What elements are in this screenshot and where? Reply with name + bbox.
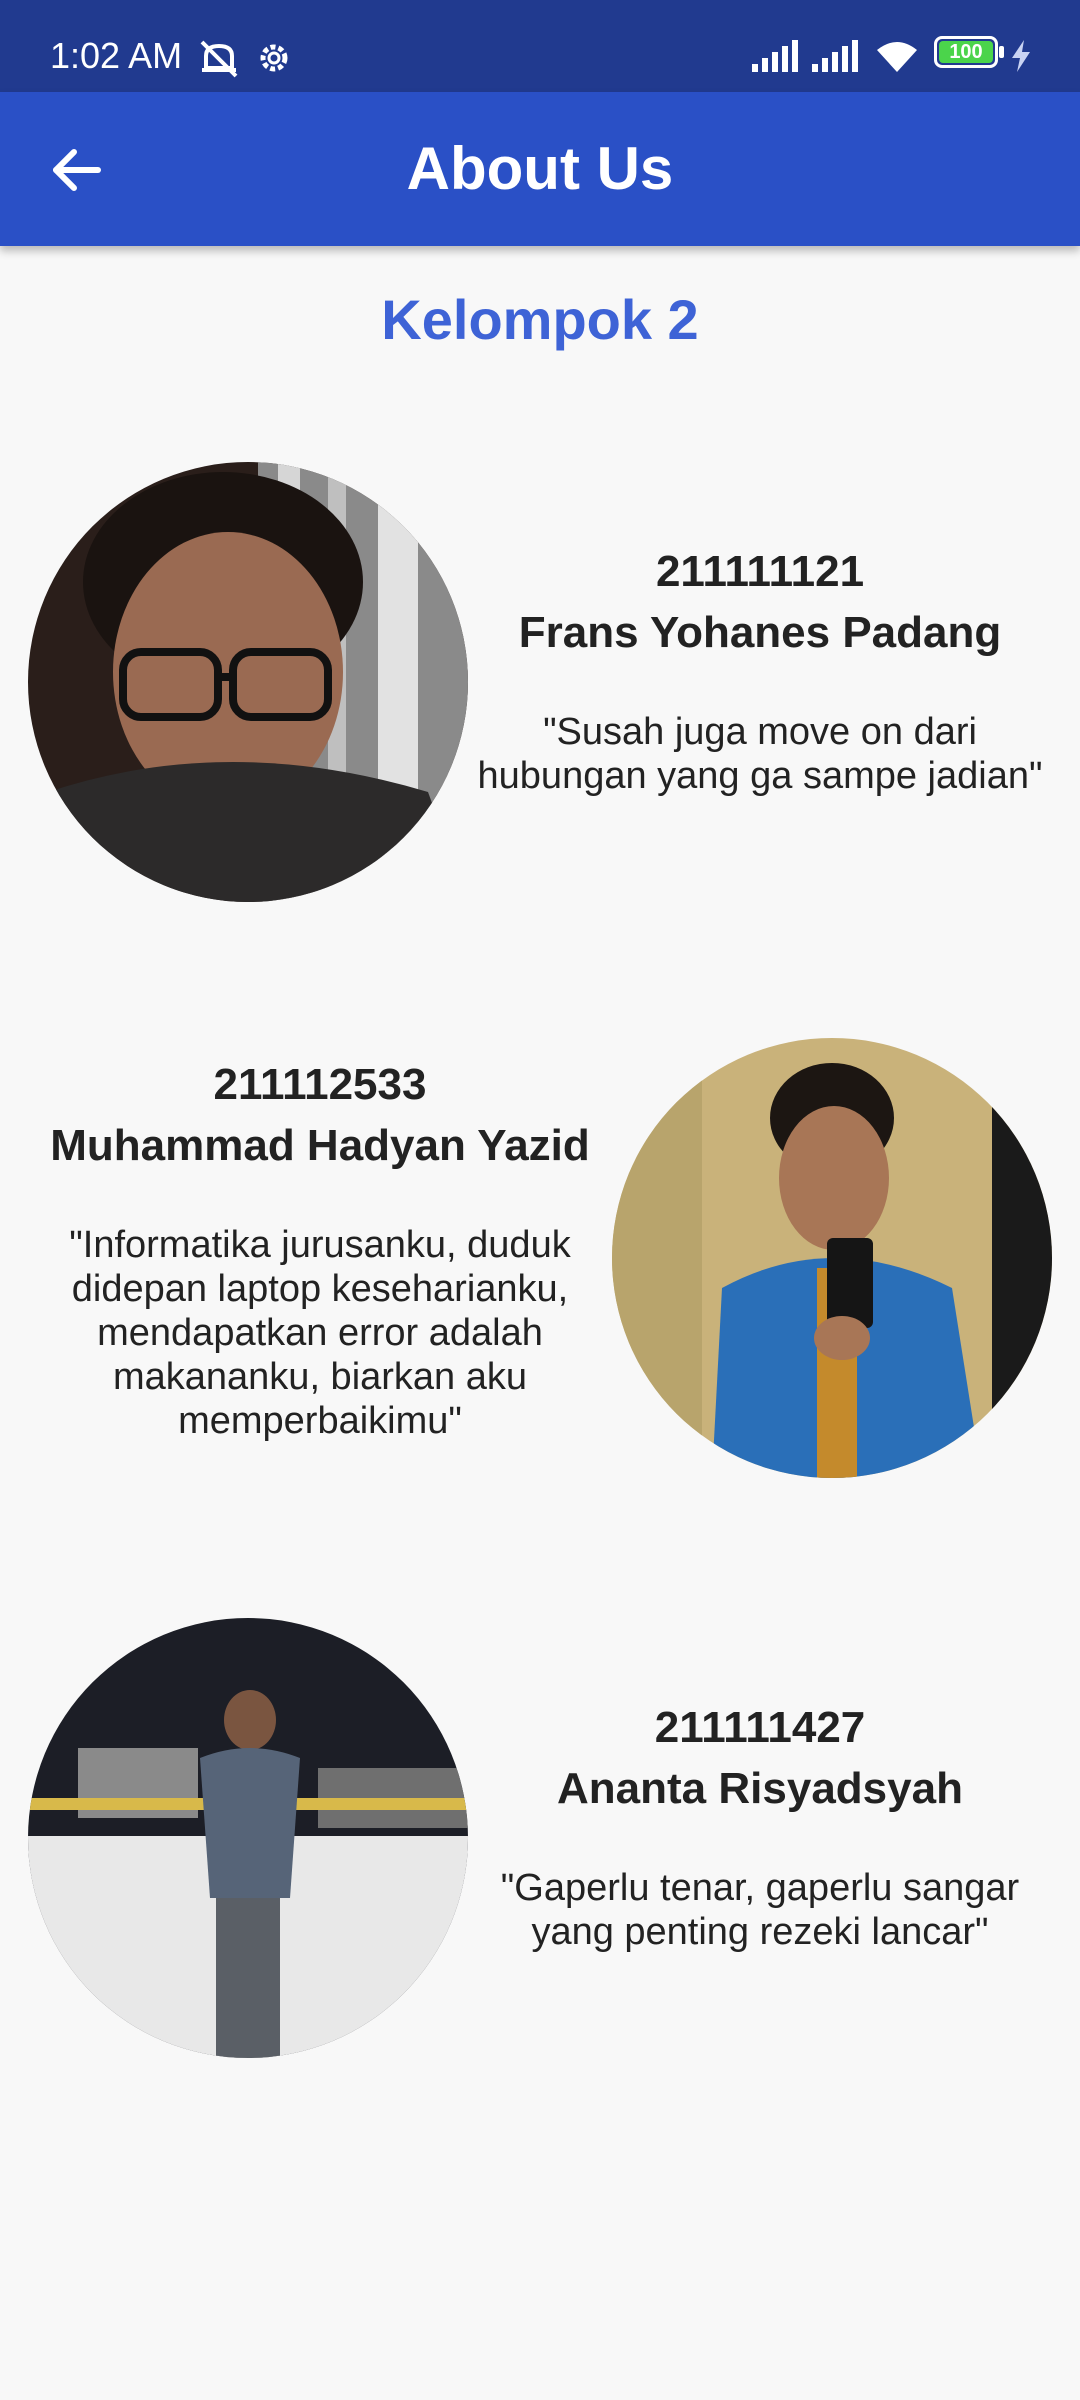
battery-tip bbox=[999, 46, 1004, 58]
member-quote: "Informatika jurusanku, duduk didepan la… bbox=[69, 1224, 571, 1442]
member-nim: 211112533 bbox=[213, 1060, 427, 1109]
member-name: Ananta Risyadsyah bbox=[557, 1764, 963, 1813]
status-time: 1:02 AM bbox=[50, 35, 183, 76]
member-nim: 211111121 bbox=[655, 547, 865, 596]
member-photo-1 bbox=[28, 462, 468, 902]
alarm-off-icon bbox=[200, 40, 238, 78]
app-bar: About Us bbox=[0, 92, 1080, 246]
page-title: About Us bbox=[406, 135, 674, 202]
member-photo-2 bbox=[612, 1038, 1052, 1478]
signal-icon bbox=[752, 40, 798, 72]
member-name: Muhammad Hadyan Yazid bbox=[50, 1121, 590, 1170]
wifi-icon bbox=[877, 42, 917, 72]
battery-icon: 100 bbox=[934, 36, 998, 68]
member-quote: "Gaperlu tenar, gaperlu sangar yang pent… bbox=[500, 1867, 1020, 1953]
member-info-2: 211112533 Muhammad Hadyan Yazid "Informa… bbox=[40, 1055, 600, 1443]
settings-gear-icon bbox=[260, 44, 288, 72]
battery-level: 100 bbox=[939, 41, 993, 63]
signal-icon bbox=[812, 40, 858, 72]
member-info-3: 211111427 Ananta Risyadsyah "Gaperlu ten… bbox=[470, 1698, 1050, 1954]
charging-bolt-icon bbox=[1012, 40, 1030, 72]
group-title: Kelompok 2 bbox=[381, 288, 699, 351]
member-nim: 211111427 bbox=[654, 1703, 866, 1752]
member-quote: "Susah juga move on dari hubungan yang g… bbox=[477, 711, 1043, 797]
status-bar: 1:02 AM 100 bbox=[0, 0, 1080, 92]
member-name: Frans Yohanes Padang bbox=[518, 608, 1002, 657]
member-info-1: 211111121 Frans Yohanes Padang "Susah ju… bbox=[470, 542, 1050, 798]
member-photo-3 bbox=[28, 1618, 468, 2058]
